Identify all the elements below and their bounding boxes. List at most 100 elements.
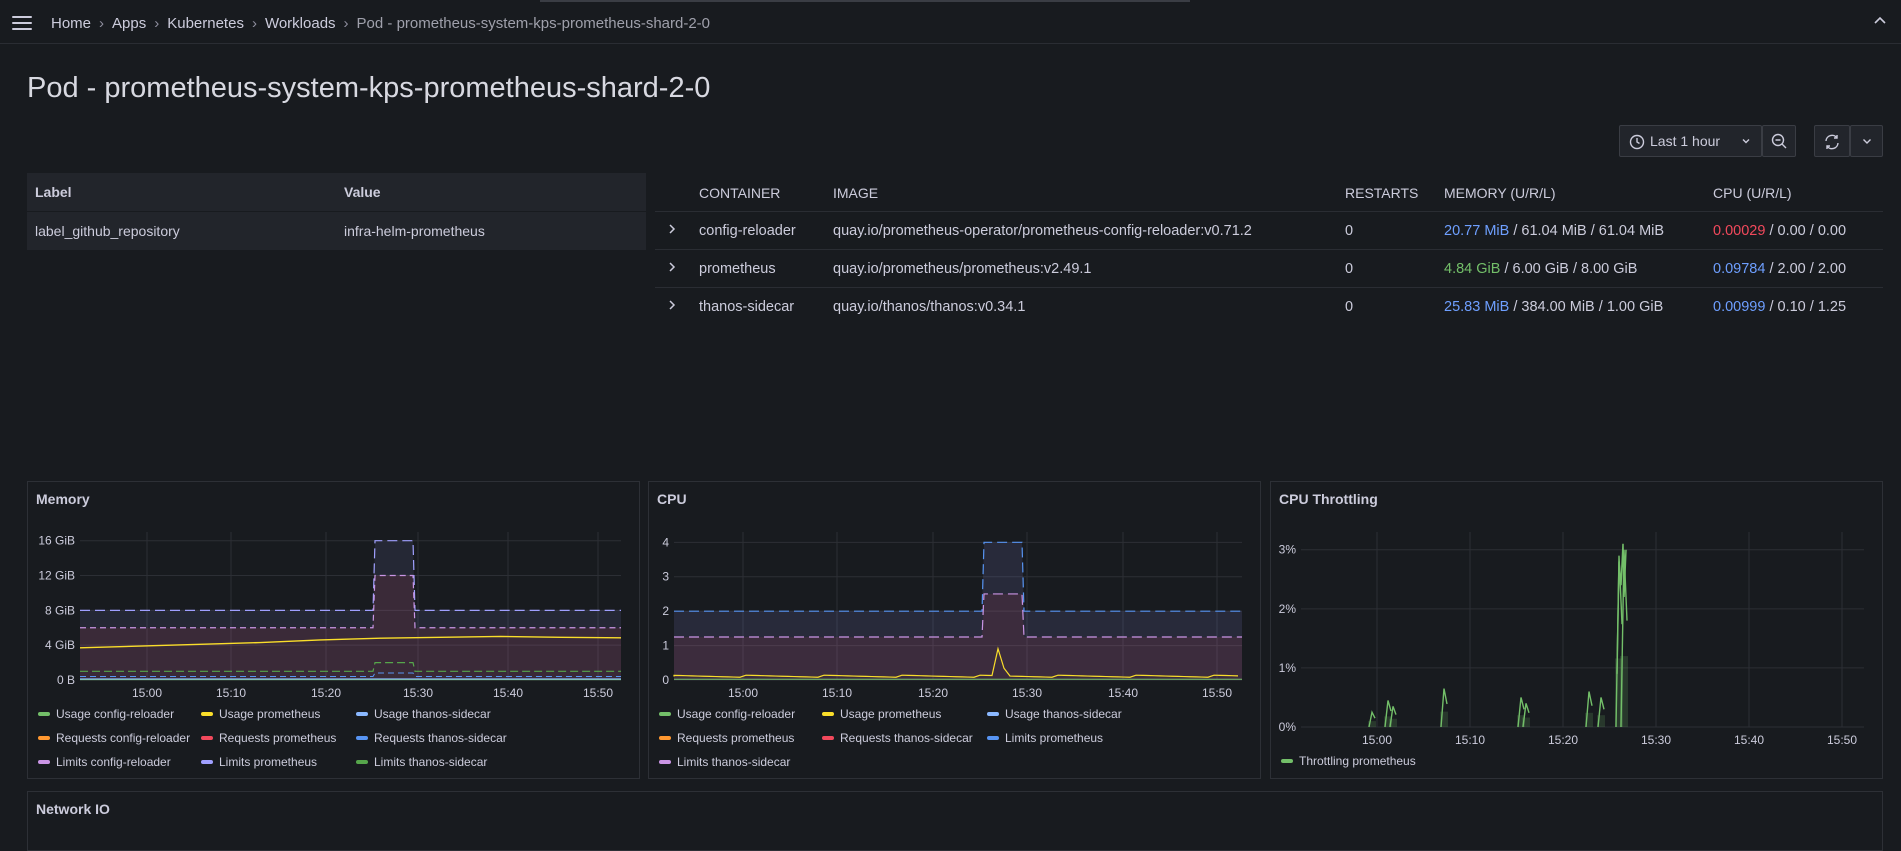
network-io-panel: Network IO — [27, 791, 1883, 851]
chevron-right-icon[interactable] — [665, 298, 679, 312]
x-tick-label: 15:10 — [216, 686, 246, 700]
legend-item[interactable]: Usage thanos-sidecar — [356, 707, 491, 721]
legend-label: Requests prometheus — [677, 731, 795, 745]
legend-label: Limits config-reloader — [56, 755, 171, 769]
clock-icon — [1629, 134, 1645, 150]
legend-label: Usage config-reloader — [677, 707, 796, 721]
legend-item[interactable]: Limits thanos-sidecar — [659, 755, 790, 769]
legend-item[interactable]: Requests config-reloader — [38, 731, 190, 745]
legend-item[interactable]: Requests prometheus — [201, 731, 336, 745]
y-tick-label: 16 GiB — [38, 534, 75, 548]
container-name: prometheus — [699, 261, 776, 277]
breadcrumb-workloads[interactable]: Workloads — [265, 15, 336, 32]
legend-swatch — [987, 711, 999, 716]
chevron-right-icon[interactable] — [665, 222, 679, 236]
container-restarts: 0 — [1345, 223, 1354, 239]
x-tick-label: 15:50 — [1827, 733, 1857, 747]
breadcrumb-separator: › — [154, 15, 160, 32]
legend-label: Usage thanos-sidecar — [374, 707, 491, 721]
x-tick-label: 15:50 — [583, 686, 613, 700]
legend-swatch — [987, 735, 999, 740]
x-tick-label: 15:00 — [1362, 733, 1392, 747]
memory-usage: 20.77 MiB — [1444, 223, 1510, 239]
refresh-interval-dropdown[interactable] — [1850, 125, 1883, 157]
memory-request-limit: / 384.00 MiB / 1.00 GiB — [1509, 299, 1664, 315]
panel-title: CPU — [657, 491, 687, 507]
container-image: quay.io/prometheus/prometheus:v2.49.1 — [833, 261, 1092, 277]
x-tick-label: 15:00 — [728, 686, 758, 700]
legend-swatch — [1281, 758, 1293, 763]
column-header-cpu[interactable]: CPU (U/R/L) — [1713, 185, 1792, 201]
x-tick-label: 15:50 — [1202, 686, 1232, 700]
cpu-request-limit: / 2.00 / 2.00 — [1765, 261, 1847, 277]
legend-item[interactable]: Limits prometheus — [201, 755, 317, 769]
container-memory: 20.77 MiB / 61.04 MiB / 61.04 MiB — [1444, 223, 1664, 239]
y-tick-label: 0% — [1279, 720, 1297, 734]
cpu-throttling-chart[interactable]: 0% 1% 2% 3% 15:00 15:10 15:20 15:30 15:40 15:50 — [1271, 482, 1882, 778]
x-tick-label: 15:30 — [1012, 686, 1042, 700]
menu-icon[interactable] — [12, 16, 32, 30]
time-range-picker[interactable]: Last 1 hour — [1619, 125, 1762, 157]
chevron-down-icon — [1863, 139, 1871, 144]
cpu-usage: 0.09784 — [1713, 261, 1766, 277]
x-tick-label: 15:20 — [311, 686, 341, 700]
y-tick-label: 4 — [662, 535, 669, 549]
y-tick-label: 3% — [1279, 543, 1297, 557]
y-tick-label: 2% — [1279, 602, 1297, 616]
x-tick-label: 15:10 — [822, 686, 852, 700]
labels-table: Label Value label_github_repository infr… — [27, 173, 646, 250]
container-image: quay.io/prometheus-operator/prometheus-c… — [833, 223, 1252, 239]
cpu-throttling-panel: 0% 1% 2% 3% 15:00 15:10 15:20 15:30 15:40 15:50 C… — [1270, 481, 1883, 779]
legend-item[interactable]: Throttling prometheus — [1281, 754, 1416, 768]
legend-label: Limits prometheus — [219, 755, 318, 769]
legend-item[interactable]: Limits prometheus — [987, 731, 1103, 745]
column-header-label[interactable]: Label — [35, 184, 72, 200]
breadcrumb-apps[interactable]: Apps — [112, 15, 146, 32]
chevron-up-icon[interactable] — [1871, 12, 1889, 30]
legend-item[interactable]: Requests thanos-sidecar — [356, 731, 507, 745]
legend-item[interactable]: Usage prometheus — [822, 707, 941, 721]
x-tick-label: 15:30 — [403, 686, 433, 700]
column-header-memory[interactable]: MEMORY (U/R/L) — [1444, 185, 1556, 201]
refresh-button[interactable] — [1814, 125, 1850, 157]
y-tick-label: 0 B — [57, 673, 75, 687]
legend-item[interactable]: Usage config-reloader — [659, 707, 795, 721]
column-header-restarts[interactable]: RESTARTS — [1345, 185, 1418, 201]
column-header-container[interactable]: CONTAINER — [699, 185, 780, 201]
legend-label: Limits thanos-sidecar — [677, 755, 791, 769]
cpu-request-limit: / 0.10 / 1.25 — [1765, 299, 1847, 315]
breadcrumb-home[interactable]: Home — [51, 15, 91, 32]
x-tick-label: 15:00 — [132, 686, 162, 700]
container-name: config-reloader — [699, 223, 796, 239]
legend-item[interactable]: Limits config-reloader — [38, 755, 171, 769]
panel-title: Memory — [36, 491, 90, 507]
y-tick-label: 0 — [662, 673, 669, 687]
cpu-usage: 0.00999 — [1713, 299, 1766, 315]
legend-item[interactable]: Usage thanos-sidecar — [987, 707, 1122, 721]
legend-item[interactable]: Requests prometheus — [659, 731, 794, 745]
container-restarts: 0 — [1345, 299, 1354, 315]
legend-item[interactable]: Usage prometheus — [201, 707, 320, 721]
container-cpu: 0.09784 / 2.00 / 2.00 — [1713, 261, 1846, 277]
legend-label: Limits prometheus — [1005, 731, 1104, 745]
legend-item[interactable]: Limits thanos-sidecar — [356, 755, 487, 769]
memory-usage: 4.84 GiB — [1444, 261, 1501, 277]
legend-label: Requests thanos-sidecar — [840, 731, 973, 745]
legend-swatch — [201, 711, 213, 716]
legend-swatch — [356, 711, 368, 716]
legend-label: Usage thanos-sidecar — [1005, 707, 1122, 721]
value-cell: infra-helm-prometheus — [344, 223, 485, 239]
y-tick-label: 2 — [662, 604, 669, 618]
legend-item[interactable]: Usage config-reloader — [38, 707, 174, 721]
legend-item[interactable]: Requests thanos-sidecar — [822, 731, 973, 745]
zoom-out-button[interactable] — [1762, 125, 1796, 157]
breadcrumb-separator: › — [251, 15, 257, 32]
label-cell: label_github_repository — [35, 223, 180, 239]
breadcrumb-kubernetes[interactable]: Kubernetes — [167, 15, 244, 32]
column-header-value[interactable]: Value — [344, 184, 381, 200]
memory-usage: 25.83 MiB — [1444, 299, 1510, 315]
memory-request-limit: / 6.00 GiB / 8.00 GiB — [1500, 261, 1638, 277]
chevron-right-icon[interactable] — [665, 260, 679, 274]
legend-swatch — [201, 735, 213, 740]
column-header-image[interactable]: IMAGE — [833, 185, 878, 201]
